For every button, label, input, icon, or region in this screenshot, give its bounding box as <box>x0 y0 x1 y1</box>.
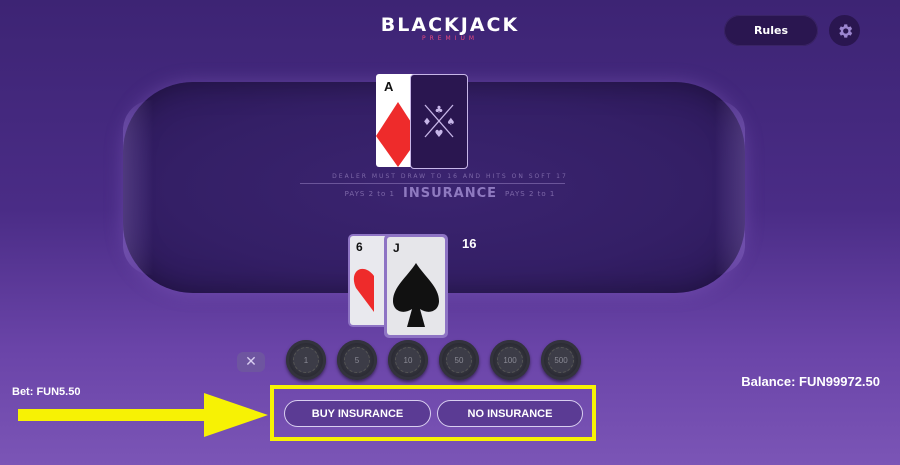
player-hand-total: 16 <box>462 236 477 251</box>
rules-button[interactable]: Rules <box>724 15 818 46</box>
insurance-pays-right: PAYS 2 to 1 <box>505 189 556 198</box>
chip-50[interactable]: 50 <box>439 340 479 380</box>
close-icon: ✕ <box>245 354 257 370</box>
card-back-pattern-icon: ♣ ♦ ♠ ♥ <box>423 104 456 140</box>
settings-button[interactable] <box>829 15 860 46</box>
player-card-2: J <box>384 234 448 338</box>
chip-10[interactable]: 10 <box>388 340 428 380</box>
chip-value: 500 <box>548 347 574 373</box>
insurance-title: INSURANCE <box>402 186 497 201</box>
insurance-banner: PAYS 2 to 1 INSURANCE PAYS 2 to 1 <box>0 186 900 201</box>
rule-divider <box>300 183 565 184</box>
balance-amount: Balance: FUN99972.50 <box>741 374 880 389</box>
chip-value: 100 <box>497 347 523 373</box>
clear-bet-button[interactable]: ✕ <box>237 352 265 372</box>
insurance-pays-left: PAYS 2 to 1 <box>344 189 395 198</box>
buy-insurance-button[interactable]: BUY INSURANCE <box>284 400 431 427</box>
chip-value: 10 <box>395 347 421 373</box>
svg-text:♦: ♦ <box>423 117 432 128</box>
chip-value: 1 <box>293 347 319 373</box>
dealer-hole-card: ♣ ♦ ♠ ♥ <box>410 74 468 169</box>
dealer-rule-text: DEALER MUST DRAW TO 16 AND HITS ON SOFT … <box>332 173 568 180</box>
pointer-arrow-icon <box>18 393 268 437</box>
chip-value: 50 <box>446 347 472 373</box>
chip-5[interactable]: 5 <box>337 340 377 380</box>
gear-icon <box>838 23 852 38</box>
svg-text:♠: ♠ <box>447 117 456 128</box>
chip-value: 5 <box>344 347 370 373</box>
chip-500[interactable]: 500 <box>541 340 581 380</box>
chip-1[interactable]: 1 <box>286 340 326 380</box>
spade-suit-icon <box>393 263 439 327</box>
chip-100[interactable]: 100 <box>490 340 530 380</box>
no-insurance-button[interactable]: NO INSURANCE <box>437 400 583 427</box>
svg-text:♥: ♥ <box>435 129 444 140</box>
svg-text:♣: ♣ <box>435 105 444 116</box>
